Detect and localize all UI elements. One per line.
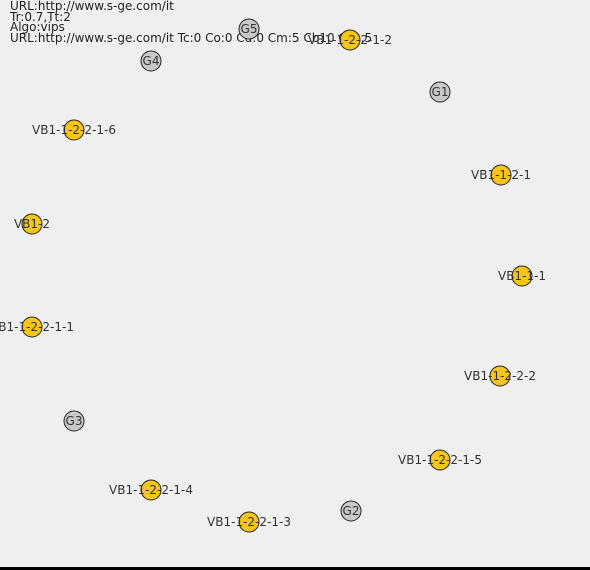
node-label: G4 bbox=[143, 54, 160, 68]
node-label: VB1-1-2-2-1-2 bbox=[308, 33, 392, 47]
node-label: VB1-1-2-2-2 bbox=[464, 369, 536, 383]
node-label: G2 bbox=[343, 504, 360, 518]
node-label: VB1-1-2-2-1-6 bbox=[32, 123, 116, 137]
block-node[interactable]: VB1-1-2-2-1-3 bbox=[207, 511, 291, 533]
group-node[interactable]: G4 bbox=[140, 50, 162, 72]
node-label: VB1-1-2-2-1-4 bbox=[109, 483, 193, 497]
block-node[interactable]: VB1-1-2-2-2 bbox=[464, 365, 536, 387]
node-label: VB1-1-2-2-1-1 bbox=[0, 320, 74, 334]
block-node[interactable]: VB1-1-2-2-1-5 bbox=[398, 449, 482, 471]
node-label: VB1-1-2-1 bbox=[471, 168, 531, 182]
node-label: G5 bbox=[241, 22, 258, 36]
block-node[interactable]: VB1-1-2-2-1-2 bbox=[308, 29, 392, 51]
block-node[interactable]: VB1-2 bbox=[14, 213, 50, 235]
graph-canvas: URL:http://www.s-ge.com/it Tr:0.7,Tt:2 A… bbox=[0, 0, 590, 570]
node-label: VB1-1-2-2-1-5 bbox=[398, 453, 482, 467]
node-label: VB1-2 bbox=[14, 217, 50, 231]
graph-svg: G5 VB1-1-2-2-1-2 G4 G1 VB1-1-2-2-1-6 VB1-1-2-… bbox=[0, 18, 546, 533]
block-node[interactable]: VB1-1-2-2-1-1 bbox=[0, 316, 74, 338]
group-node[interactable]: G5 bbox=[238, 18, 260, 40]
group-node[interactable]: G1 bbox=[429, 81, 451, 103]
block-node[interactable]: VB1-1-2-1 bbox=[471, 164, 531, 186]
node-label: VB1-1-1 bbox=[498, 269, 546, 283]
block-node[interactable]: VB1-1-2-2-1-6 bbox=[32, 119, 116, 141]
block-node[interactable]: VB1-1-1 bbox=[498, 265, 546, 287]
group-node[interactable]: G3 bbox=[63, 410, 85, 432]
block-node[interactable]: VB1-1-2-2-1-4 bbox=[109, 479, 193, 501]
node-label: VB1-1-2-2-1-3 bbox=[207, 515, 291, 529]
node-label: G3 bbox=[66, 414, 83, 428]
group-node[interactable]: G2 bbox=[340, 500, 362, 522]
node-label: G1 bbox=[432, 85, 449, 99]
